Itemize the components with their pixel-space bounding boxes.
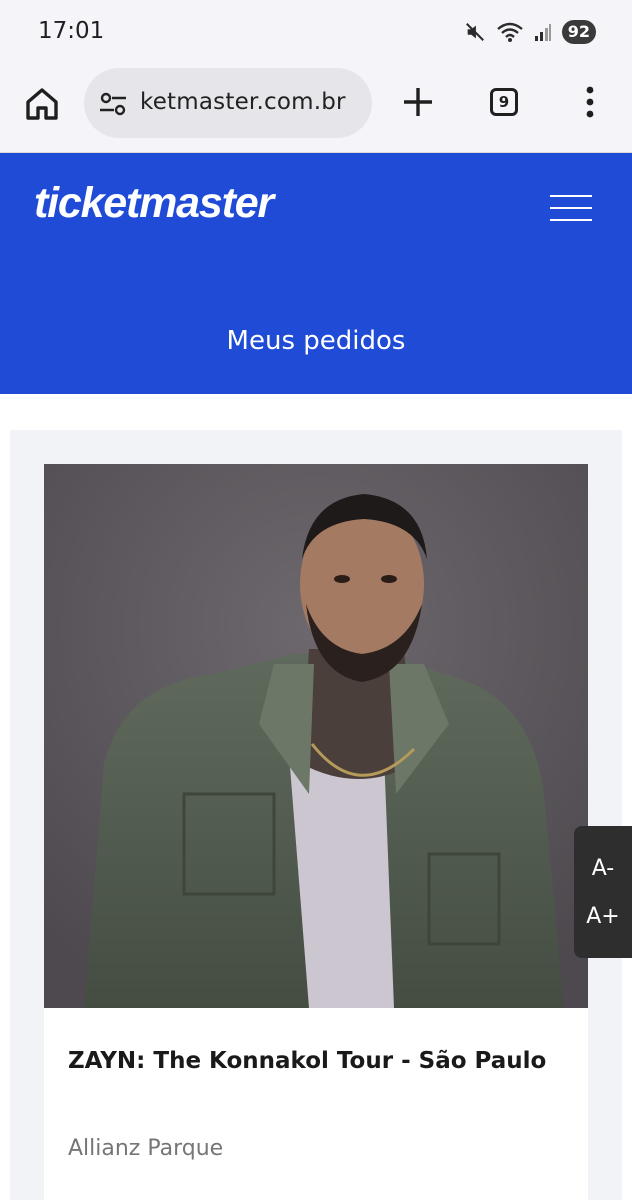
status-icons: 92 xyxy=(464,18,596,46)
page-title: Meus pedidos xyxy=(226,326,406,356)
tabs-icon[interactable]: 9 xyxy=(490,88,518,116)
site-header: ticketmaster Meus pedidos xyxy=(0,153,632,394)
battery-level: 92 xyxy=(561,20,596,44)
address-bar[interactable]: ketmaster.com.br xyxy=(84,68,372,138)
event-image[interactable] xyxy=(44,464,588,1008)
wifi-icon xyxy=(496,22,523,42)
status-time: 17:01 xyxy=(38,18,105,44)
font-size-controls: A- A+ xyxy=(574,826,632,958)
site-settings-icon[interactable] xyxy=(98,90,128,118)
url-text: ketmaster.com.br xyxy=(140,89,346,115)
hamburger-menu-icon[interactable] xyxy=(546,191,596,225)
artist-photo xyxy=(44,464,588,1008)
decrease-font-button[interactable]: A- xyxy=(574,856,632,881)
event-title[interactable]: ZAYN: The Konnakol Tour - São Paulo xyxy=(68,1048,578,1074)
signal-icon xyxy=(534,24,551,41)
ticketmaster-logo[interactable]: ticketmaster xyxy=(34,179,274,228)
increase-font-button[interactable]: A+ xyxy=(574,904,632,929)
event-venue: Allianz Parque xyxy=(68,1136,224,1161)
status-bar: 17:01 92 xyxy=(0,0,632,64)
more-vert-icon[interactable] xyxy=(576,84,604,120)
order-card[interactable]: ZAYN: The Konnakol Tour - São Paulo Alli… xyxy=(44,464,588,1200)
browser-toolbar: ketmaster.com.br 9 xyxy=(0,64,632,153)
mute-icon xyxy=(465,23,484,41)
home-icon[interactable] xyxy=(22,84,62,124)
plus-icon[interactable] xyxy=(400,84,436,120)
